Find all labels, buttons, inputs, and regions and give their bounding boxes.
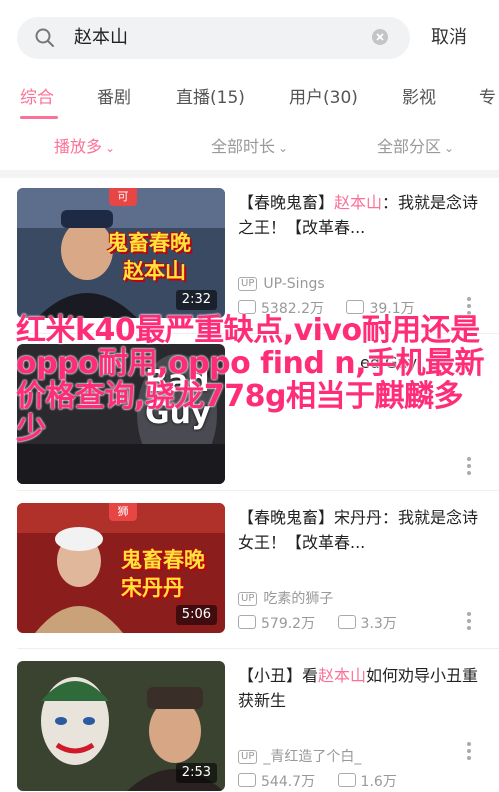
title-text: 【春晚鬼畜】宋丹丹：我就是念诗女王！【改革春... xyxy=(238,508,479,552)
up-tag-icon: UP xyxy=(238,592,258,606)
thumb-caption-1: 鬼畜春晚 xyxy=(107,231,191,255)
tab-column[interactable]: 专 xyxy=(479,86,496,110)
clear-icon[interactable] xyxy=(371,28,389,46)
title-highlight: 赵本山 xyxy=(334,193,383,212)
divider xyxy=(17,648,499,649)
section-separator xyxy=(0,170,499,178)
danmaku-count: 1.6万 xyxy=(360,774,397,790)
thumb-caption-1: 鬼畜春晚 xyxy=(121,548,205,572)
tab-live[interactable]: 直播(15) xyxy=(176,86,245,110)
up-tag-icon: UP xyxy=(238,277,258,291)
danmaku-icon xyxy=(337,615,356,629)
cancel-button[interactable]: 取消 xyxy=(431,26,467,50)
video-duration: 5:06 xyxy=(175,605,217,625)
filter-sort-label: 播放多 xyxy=(54,137,103,156)
video-thumbnail[interactable]: 狮 鬼畜春晚 宋丹丹 5:06 xyxy=(17,503,225,633)
filter-zone[interactable]: 全部分区 ⌄ xyxy=(377,136,454,159)
search-input[interactable]: 赵本山 xyxy=(74,26,128,50)
danmaku-icon xyxy=(346,300,365,314)
filter-bar: 播放多 ⌄ 全部时长 ⌄ 全部分区 ⌄ xyxy=(0,122,499,170)
stats-row: 544.7万 1.6万 xyxy=(238,772,397,792)
search-tabs: 综合 番剧 直播(15) 用户(30) 影视 专 xyxy=(0,76,499,120)
filter-zone-label: 全部分区 xyxy=(377,137,442,156)
overlay-headline: 红米k40最严重缺点,vivo耐用还是oppo耐用,oppo find n,手机… xyxy=(16,313,485,447)
tab-bangumi[interactable]: 番剧 xyxy=(97,86,131,110)
play-count-icon xyxy=(238,773,256,787)
thumb-badge: 狮 xyxy=(109,503,137,521)
video-thumbnail[interactable]: 可 鬼畜春晚 赵本山 2:32 xyxy=(17,188,225,318)
search-bar: 赵本山 取消 xyxy=(0,0,499,76)
thumb-badge: 可 xyxy=(109,188,137,206)
uploader-row[interactable]: UP _青红造了个白_ xyxy=(238,747,361,767)
video-title[interactable]: 【春晚鬼畜】赵本山：我就是念诗之王！【改革春... xyxy=(238,190,483,240)
video-duration: 2:53 xyxy=(175,763,217,783)
divider xyxy=(17,490,499,491)
play-count: 544.7万 xyxy=(261,774,316,790)
video-thumbnail[interactable]: 2:53 xyxy=(17,661,225,791)
filter-duration-label: 全部时长 xyxy=(211,137,276,156)
active-tab-indicator xyxy=(20,116,58,119)
danmaku-count: 3.3万 xyxy=(360,616,397,632)
filter-sort[interactable]: 播放多 ⌄ xyxy=(54,136,115,159)
search-icon xyxy=(35,28,54,47)
tab-users[interactable]: 用户(30) xyxy=(289,86,358,110)
chevron-down-icon: ⌄ xyxy=(444,141,455,155)
tab-movies[interactable]: 影视 xyxy=(402,86,436,110)
more-vertical-icon[interactable] xyxy=(466,741,472,761)
thumb-caption-2: 赵本山 xyxy=(123,259,186,283)
uploader-name: 吃素的狮子 xyxy=(263,591,334,607)
stats-row: 579.2万 3.3万 xyxy=(238,614,397,634)
uploader-row[interactable]: UP UP-Sings xyxy=(238,274,325,294)
result-item[interactable]: 狮 鬼畜春晚 宋丹丹 5:06 【春晚鬼畜】宋丹丹：我就是念诗女王！【改革春..… xyxy=(0,503,499,659)
title-highlight: 赵本山 xyxy=(318,666,367,685)
play-count-icon xyxy=(238,300,256,314)
danmaku-icon xyxy=(337,773,356,787)
more-vertical-icon[interactable] xyxy=(466,456,472,476)
chevron-down-icon: ⌄ xyxy=(105,141,116,155)
tab-all[interactable]: 综合 xyxy=(20,86,54,110)
uploader-name: UP-Sings xyxy=(263,276,325,292)
uploader-row[interactable]: UP 吃素的狮子 xyxy=(238,589,333,609)
filter-duration[interactable]: 全部时长 ⌄ xyxy=(211,136,288,159)
play-count: 579.2万 xyxy=(261,616,316,632)
result-item[interactable]: 2:53 【小丑】看赵本山如何劝导小丑重获新生 UP _青红造了个白_ 544.7… xyxy=(0,661,499,791)
more-vertical-icon[interactable] xyxy=(466,611,472,631)
uploader-name: _青红造了个白_ xyxy=(263,749,362,765)
video-title[interactable]: 【小丑】看赵本山如何劝导小丑重获新生 xyxy=(238,663,483,713)
thumb-caption-2: 宋丹丹 xyxy=(121,576,184,600)
title-prefix: 【小丑】看 xyxy=(238,666,319,685)
play-count-icon xyxy=(238,615,256,629)
title-prefix: 【春晚鬼畜】 xyxy=(238,193,335,212)
chevron-down-icon: ⌄ xyxy=(278,141,289,155)
video-duration: 2:32 xyxy=(175,290,217,310)
video-title[interactable]: 【春晚鬼畜】宋丹丹：我就是念诗女王！【改革春... xyxy=(238,505,483,555)
up-tag-icon: UP xyxy=(238,750,258,764)
